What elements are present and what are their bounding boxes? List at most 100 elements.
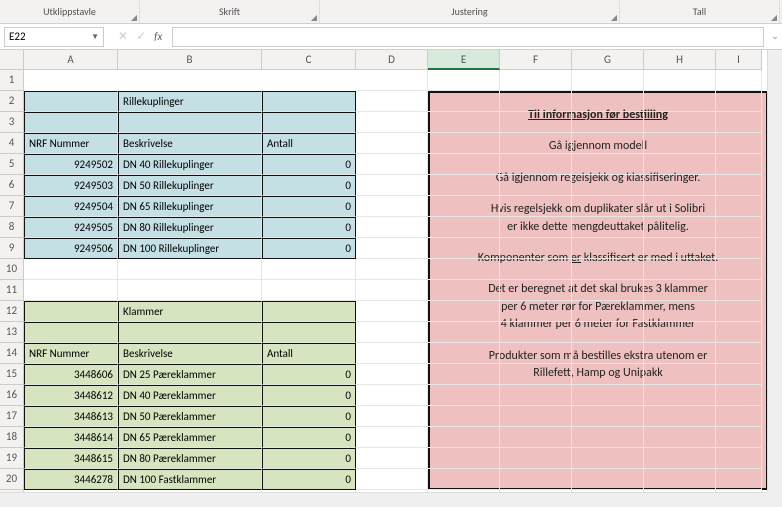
cell[interactable]: Beskrivelse xyxy=(118,343,262,364)
cell[interactable] xyxy=(500,91,572,112)
cell[interactable] xyxy=(356,259,428,280)
cell[interactable] xyxy=(644,343,716,364)
formula-bar[interactable] xyxy=(172,27,764,47)
horizontal-scrollbar[interactable] xyxy=(0,492,767,507)
select-all-corner[interactable] xyxy=(0,50,24,70)
cell[interactable] xyxy=(644,154,716,175)
cell[interactable] xyxy=(572,175,644,196)
cell[interactable] xyxy=(500,448,572,469)
cell[interactable]: 0 xyxy=(262,154,356,175)
cell[interactable]: DN 100 Rillekuplinger xyxy=(118,238,262,259)
cell[interactable]: 0 xyxy=(262,427,356,448)
cell[interactable]: DN 65 Rillekuplinger xyxy=(118,196,262,217)
row-header[interactable]: 5 xyxy=(0,154,24,175)
cell[interactable] xyxy=(356,91,428,112)
cell[interactable] xyxy=(356,175,428,196)
cell[interactable] xyxy=(716,364,762,385)
cell[interactable] xyxy=(572,259,644,280)
cell[interactable]: DN 65 Pæreklammer xyxy=(118,427,262,448)
cell[interactable] xyxy=(572,70,644,91)
cell[interactable]: 0 xyxy=(262,238,356,259)
cell[interactable] xyxy=(644,175,716,196)
cell[interactable] xyxy=(356,217,428,238)
cell[interactable] xyxy=(356,154,428,175)
dialog-launcher-icon[interactable]: ◢ xyxy=(611,13,617,23)
row-header[interactable]: 13 xyxy=(0,322,24,343)
row-header[interactable]: 16 xyxy=(0,385,24,406)
cell[interactable] xyxy=(428,406,500,427)
cell[interactable] xyxy=(428,133,500,154)
cell[interactable]: DN 50 Rillekuplinger xyxy=(118,175,262,196)
column-header[interactable]: B xyxy=(118,50,262,70)
column-header[interactable]: E xyxy=(428,50,500,70)
cell[interactable] xyxy=(118,112,262,133)
cell[interactable] xyxy=(500,385,572,406)
cell[interactable] xyxy=(644,448,716,469)
cell[interactable] xyxy=(644,280,716,301)
cell[interactable] xyxy=(428,238,500,259)
cell[interactable] xyxy=(572,238,644,259)
cell[interactable] xyxy=(644,427,716,448)
cell[interactable] xyxy=(500,133,572,154)
cell[interactable] xyxy=(572,112,644,133)
cell[interactable] xyxy=(716,301,762,322)
column-header[interactable]: F xyxy=(500,50,572,70)
cell[interactable]: 0 xyxy=(262,406,356,427)
cell[interactable] xyxy=(716,259,762,280)
cell[interactable]: NRF Nummer xyxy=(24,343,118,364)
cell[interactable]: 0 xyxy=(262,364,356,385)
cell[interactable]: 0 xyxy=(262,175,356,196)
cell[interactable]: 3448615 xyxy=(24,448,118,469)
cell[interactable] xyxy=(262,112,356,133)
cell[interactable] xyxy=(716,154,762,175)
cell[interactable] xyxy=(644,469,716,490)
cancel-formula-icon[interactable]: ✕ xyxy=(118,29,128,44)
cell[interactable]: 3448612 xyxy=(24,385,118,406)
cell[interactable] xyxy=(572,448,644,469)
cell[interactable] xyxy=(24,112,118,133)
column-header[interactable]: D xyxy=(356,50,428,70)
cell[interactable] xyxy=(428,91,500,112)
cell[interactable] xyxy=(572,406,644,427)
cell[interactable] xyxy=(644,406,716,427)
cell[interactable]: 9249503 xyxy=(24,175,118,196)
cell[interactable] xyxy=(118,259,262,280)
row-header[interactable]: 8 xyxy=(0,217,24,238)
dialog-launcher-icon[interactable]: ◢ xyxy=(771,13,777,23)
cell[interactable] xyxy=(428,217,500,238)
cell[interactable]: 9249504 xyxy=(24,196,118,217)
cell[interactable] xyxy=(716,427,762,448)
cell[interactable] xyxy=(716,469,762,490)
cell[interactable] xyxy=(716,238,762,259)
cell[interactable] xyxy=(500,469,572,490)
cell[interactable]: NRF Nummer xyxy=(24,133,118,154)
cell[interactable] xyxy=(356,448,428,469)
cell[interactable]: 0 xyxy=(262,469,356,490)
cell[interactable] xyxy=(716,217,762,238)
cell[interactable] xyxy=(644,196,716,217)
cell[interactable]: DN 80 Rillekuplinger xyxy=(118,217,262,238)
cell[interactable] xyxy=(428,385,500,406)
expand-formula-bar-icon[interactable]: ⌄ xyxy=(768,31,782,42)
row-header[interactable]: 20 xyxy=(0,469,24,490)
row-header[interactable]: 1 xyxy=(0,70,24,91)
cell[interactable] xyxy=(428,154,500,175)
cell[interactable] xyxy=(356,427,428,448)
cell[interactable] xyxy=(428,364,500,385)
cell[interactable]: 9249505 xyxy=(24,217,118,238)
vertical-scrollbar[interactable] xyxy=(767,50,782,492)
cell[interactable] xyxy=(644,322,716,343)
cell[interactable]: 0 xyxy=(262,385,356,406)
cell[interactable]: 0 xyxy=(262,196,356,217)
cell[interactable] xyxy=(644,217,716,238)
cell[interactable] xyxy=(500,70,572,91)
cell[interactable] xyxy=(572,469,644,490)
cell[interactable]: DN 25 Pæreklammer xyxy=(118,364,262,385)
cell[interactable] xyxy=(644,301,716,322)
row-header[interactable]: 3 xyxy=(0,112,24,133)
cell[interactable] xyxy=(428,469,500,490)
cell[interactable] xyxy=(428,112,500,133)
cell[interactable] xyxy=(24,259,118,280)
cell[interactable] xyxy=(428,175,500,196)
cell[interactable] xyxy=(428,448,500,469)
